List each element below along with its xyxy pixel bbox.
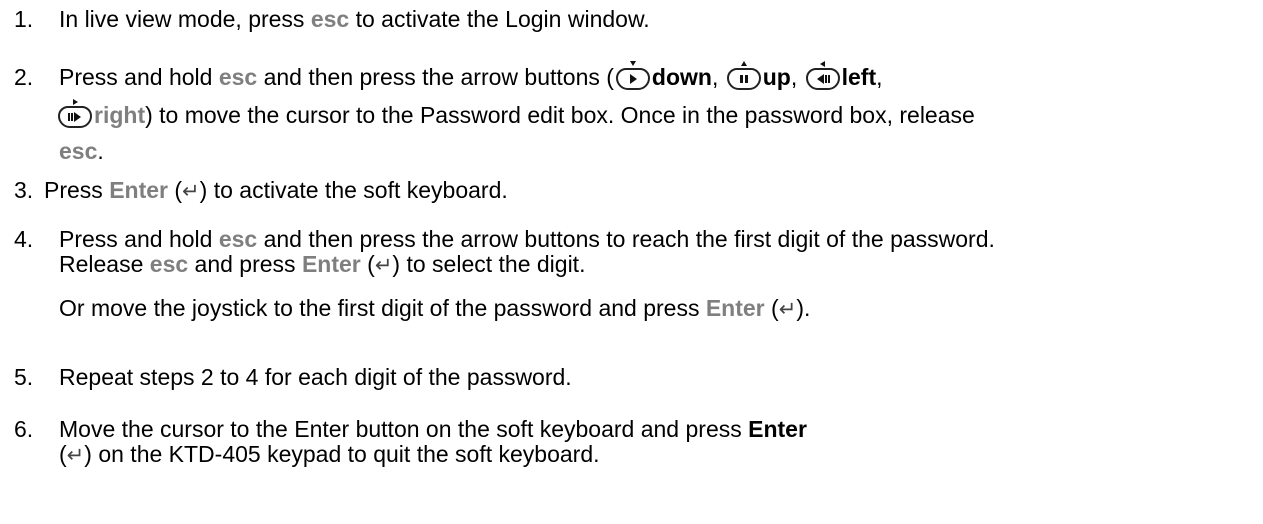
keyword-esc: esc bbox=[218, 226, 258, 252]
up-arrow-button-icon bbox=[726, 61, 761, 90]
right-arrow-button-icon bbox=[58, 99, 92, 128]
step-2-line-3: esc. bbox=[59, 138, 104, 165]
text: ) to move the cursor to the Password edi… bbox=[145, 102, 975, 128]
keyword-enter: Enter bbox=[748, 416, 807, 442]
keyword-enter: Enter bbox=[301, 251, 361, 277]
text: In live view mode, press bbox=[59, 6, 311, 32]
step-5-text: Repeat steps 2 to 4 for each digit of th… bbox=[59, 364, 572, 390]
enter-key-icon: ↵ bbox=[182, 180, 200, 203]
step-number: 5. bbox=[14, 364, 34, 390]
text: Release bbox=[59, 251, 150, 277]
label-down: down bbox=[651, 64, 712, 90]
step-number: 4. bbox=[14, 226, 34, 252]
text: ( bbox=[360, 251, 375, 277]
enter-key-icon: ↵ bbox=[374, 254, 393, 277]
text: ) to activate the soft keyboard. bbox=[199, 177, 508, 203]
text: and press bbox=[188, 251, 302, 277]
label-left: left bbox=[841, 64, 877, 90]
text: to activate the Login window. bbox=[349, 6, 650, 32]
keyword-enter: Enter bbox=[109, 177, 168, 203]
text: Press and hold bbox=[59, 64, 219, 90]
step-2-line-2: right) to move the cursor to the Passwor… bbox=[58, 99, 975, 129]
keyword-enter: Enter bbox=[705, 295, 765, 321]
step-number: 1. bbox=[14, 6, 34, 32]
keyword-esc: esc bbox=[218, 64, 258, 90]
text: Press and hold bbox=[59, 226, 219, 252]
step-6-line-2: (↵) on the KTD-405 keypad to quit the so… bbox=[59, 441, 600, 469]
down-arrow-button-icon bbox=[615, 61, 650, 90]
enter-key-icon: ↵ bbox=[778, 298, 797, 321]
step-4-line-1: Press and hold esc and then press the ar… bbox=[59, 226, 995, 253]
text: and then press the arrow buttons to reac… bbox=[257, 226, 995, 252]
text: and then press the arrow buttons ( bbox=[257, 64, 614, 90]
step-number: 3. bbox=[14, 177, 34, 203]
text: ( bbox=[167, 177, 183, 203]
enter-key-icon: ↵ bbox=[66, 444, 85, 467]
text: , bbox=[790, 64, 804, 90]
step-1-text: In live view mode, press esc to activate… bbox=[59, 6, 650, 33]
text: , bbox=[711, 64, 725, 90]
text: ( bbox=[764, 295, 779, 321]
step-number: 6. bbox=[14, 416, 34, 442]
keyword-esc: esc bbox=[149, 251, 189, 277]
label-up: up bbox=[762, 64, 791, 90]
keyword-esc: esc bbox=[59, 138, 98, 164]
text: ) on the KTD-405 keypad to quit the soft… bbox=[84, 441, 600, 467]
text: Or move the joystick to the first digit … bbox=[59, 295, 706, 321]
label-right: right bbox=[94, 102, 146, 128]
text: ( bbox=[59, 441, 67, 467]
step-2-line-1: Press and hold esc and then press the ar… bbox=[59, 61, 883, 91]
text: ). bbox=[796, 295, 811, 321]
text: . bbox=[97, 138, 104, 164]
text: ) to select the digit. bbox=[392, 251, 586, 277]
step-6-line-1: Move the cursor to the Enter button on t… bbox=[59, 416, 807, 443]
step-4-line-3: Or move the joystick to the first digit … bbox=[59, 295, 810, 323]
step-number: 2. bbox=[14, 64, 34, 90]
step-3-text: Press Enter (↵) to activate the soft key… bbox=[44, 177, 508, 205]
keyword-esc: esc bbox=[310, 6, 350, 32]
left-arrow-button-icon bbox=[805, 61, 840, 90]
step-4-line-2: Release esc and press Enter (↵) to selec… bbox=[59, 251, 585, 279]
text: Press bbox=[44, 177, 110, 203]
instruction-document: 1. In live view mode, press esc to activ… bbox=[0, 0, 1263, 524]
text: Move the cursor to the Enter button on t… bbox=[59, 416, 749, 442]
text: , bbox=[876, 64, 883, 90]
